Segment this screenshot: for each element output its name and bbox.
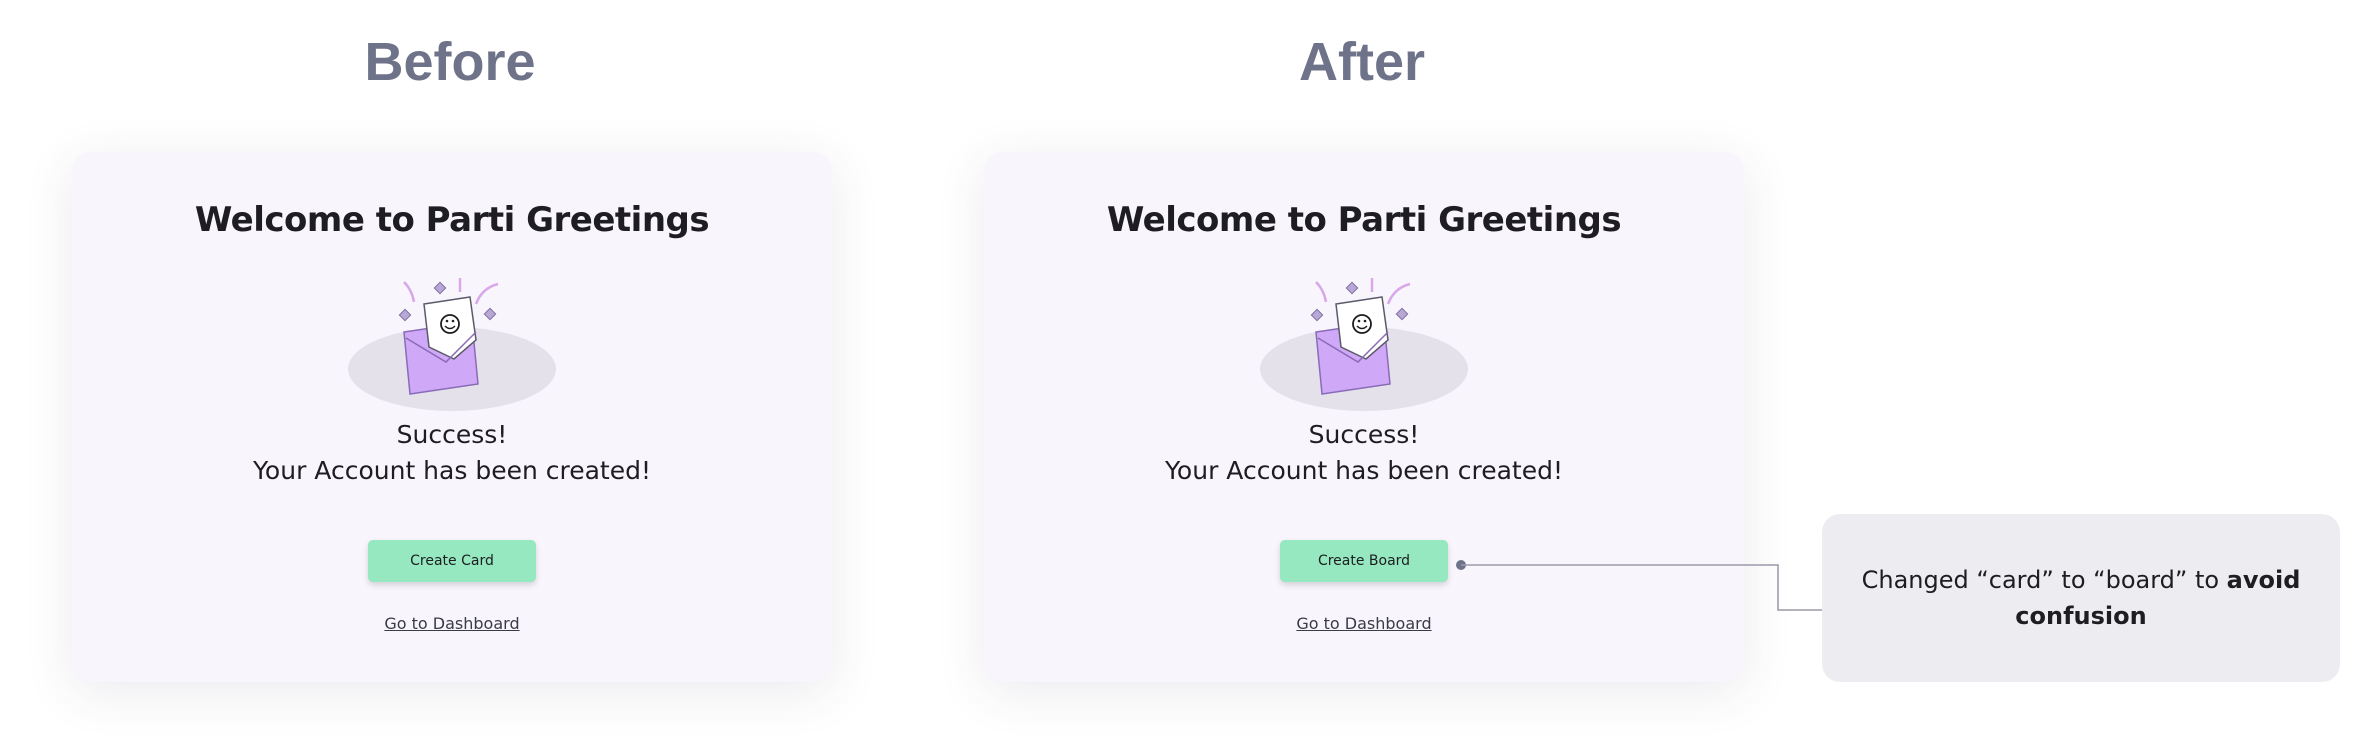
before-card: Welcome to Parti Greetings Success! Your… bbox=[72, 152, 832, 682]
after-account-text: Your Account has been created! bbox=[1164, 456, 1563, 485]
annotation-text: Changed “card” to “board” to avoid confu… bbox=[1852, 562, 2310, 634]
annotation-callout: Changed “card” to “board” to avoid confu… bbox=[1822, 514, 2340, 682]
envelope-illustration-icon bbox=[348, 278, 556, 411]
annotation-text-plain: Changed “card” to “board” to bbox=[1861, 566, 2227, 594]
annotation-connector bbox=[1456, 560, 1823, 611]
before-dashboard-link[interactable]: Go to Dashboard bbox=[72, 614, 832, 633]
comparison-stage: Before Welcome to Parti Greetings Succes… bbox=[0, 0, 2374, 756]
create-board-button[interactable]: Create Board bbox=[1280, 540, 1448, 582]
after-dashboard-link[interactable]: Go to Dashboard bbox=[984, 614, 1744, 633]
before-card-title: Welcome to Parti Greetings bbox=[194, 200, 710, 240]
create-card-button[interactable]: Create Card bbox=[368, 540, 536, 582]
before-heading: Before bbox=[364, 32, 536, 92]
after-card-title: Welcome to Parti Greetings bbox=[1106, 200, 1622, 240]
before-success-text: Success! bbox=[396, 420, 508, 449]
before-account-text: Your Account has been created! bbox=[252, 456, 651, 485]
envelope-illustration-icon bbox=[1260, 278, 1468, 411]
after-success-text: Success! bbox=[1308, 420, 1420, 449]
after-heading: After bbox=[1298, 32, 1425, 92]
